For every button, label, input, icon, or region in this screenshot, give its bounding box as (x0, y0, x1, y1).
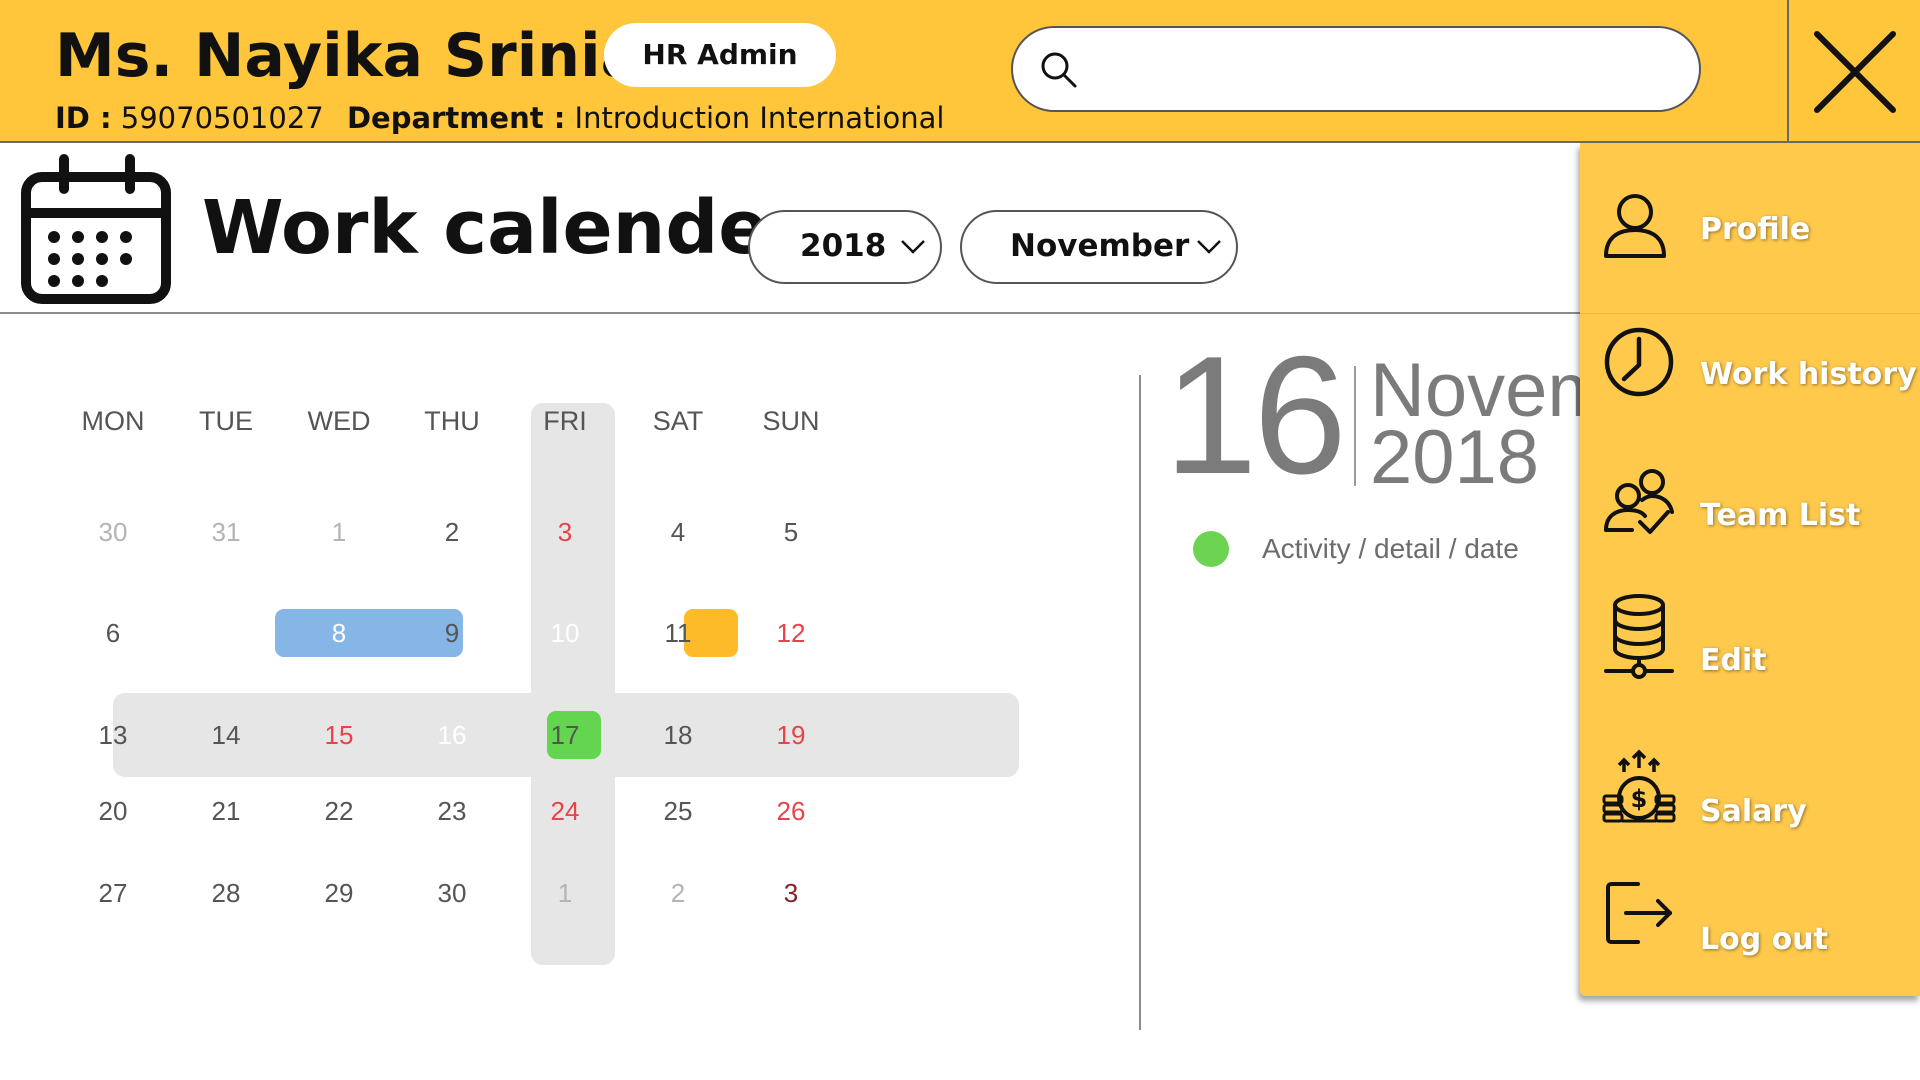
menu-item-log-out[interactable]: Log out (1580, 882, 1920, 990)
menu-item-label: Team List (1700, 498, 1861, 533)
activity-dot (1193, 531, 1229, 567)
menu-item-edit[interactable]: Edit (1580, 594, 1920, 711)
calendar-day[interactable]: 3 (722, 863, 860, 923)
month-select-value: November (1010, 228, 1190, 264)
menu-item-label: Log out (1700, 922, 1828, 957)
user-icon (1604, 194, 1666, 258)
svg-text:$: $ (1631, 785, 1648, 813)
panel-divider (1139, 375, 1141, 1030)
menu-item-label: Work history (1700, 357, 1917, 392)
user-name: Ms. Nayika Srinian (55, 21, 684, 91)
menu-item-label: Edit (1700, 643, 1767, 678)
menu-item-work-history[interactable]: Work history (1580, 325, 1920, 425)
detail-year: 2018 (1370, 415, 1540, 500)
role-badge: HR Admin (604, 23, 836, 87)
salary-icon: $ (1602, 749, 1676, 823)
detail-day: 16 (1164, 321, 1347, 509)
id-value: 59070501027 (120, 101, 324, 135)
title-bar: Work calender 2018 November (0, 143, 1580, 314)
menu-item-label: Profile (1700, 212, 1811, 247)
side-menu: Profile Work history Team List Edit $ Sa… (1580, 143, 1920, 996)
close-button[interactable] (1787, 0, 1920, 141)
menu-item-label: Salary (1700, 794, 1807, 829)
menu-item-team-list[interactable]: Team List (1580, 466, 1920, 566)
year-select[interactable]: 2018 (748, 210, 942, 284)
search-input[interactable] (1097, 42, 1681, 98)
department-value: Introduction International (574, 101, 945, 135)
app-header: Ms. Nayika Srinian HR Admin ID : 5907050… (0, 0, 1920, 143)
logout-icon (1606, 882, 1672, 944)
year-select-value: 2018 (800, 228, 887, 264)
month-select[interactable]: November (960, 210, 1238, 284)
page-title: Work calender (202, 185, 805, 271)
calendar-grid: MON TUE WED THU FRI SAT SUN 30 31 1 2 3 4 5 6 7 8 9 10 11 12… (82, 403, 1021, 965)
team-icon (1604, 469, 1674, 534)
clock-icon (1604, 327, 1674, 397)
close-icon (1814, 31, 1896, 113)
chevron-down-icon (1197, 240, 1221, 254)
department-label: Department : (346, 101, 566, 135)
menu-item-profile[interactable]: Profile (1580, 180, 1920, 280)
calendar-day[interactable]: 19 (722, 705, 860, 765)
search-box[interactable] (1011, 26, 1701, 112)
chevron-down-icon (901, 240, 925, 254)
id-label: ID : (55, 101, 112, 135)
menu-divider (1580, 313, 1920, 314)
menu-item-salary[interactable]: $ Salary (1580, 749, 1920, 862)
calendar-day[interactable]: 5 (722, 502, 860, 562)
calendar-day[interactable]: 26 (722, 781, 860, 841)
date-divider (1354, 366, 1356, 486)
weekday-header: SUN (762, 406, 820, 436)
database-icon (1604, 594, 1674, 679)
calendar-icon (21, 154, 171, 304)
search-icon (1041, 52, 1077, 88)
activity-text[interactable]: Activity / detail / date (1262, 530, 1519, 568)
calendar-day[interactable]: 12 (722, 603, 860, 663)
user-info: ID : 59070501027 Department : Introducti… (55, 98, 944, 138)
